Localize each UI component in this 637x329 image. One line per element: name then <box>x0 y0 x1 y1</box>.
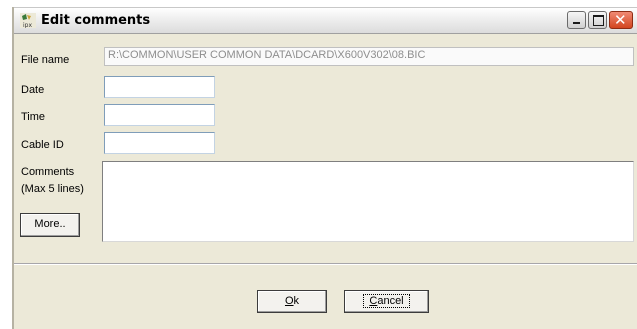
ipx-app-icon: ipx <box>20 13 36 28</box>
file-name-field: R:\COMMON\USER COMMON DATA\DCARD\X600V30… <box>104 47 634 66</box>
svg-text:ipx: ipx <box>23 22 32 28</box>
comments-max-lines-label: (Max 5 lines) <box>21 183 84 195</box>
cable-id-label: Cable ID <box>21 139 64 151</box>
maximize-button[interactable] <box>588 11 607 29</box>
window-title: Edit comments <box>41 13 151 28</box>
cancel-focus-rect: Cancel <box>363 294 410 308</box>
comments-label: Comments <box>21 166 75 178</box>
minimize-button[interactable] <box>567 11 586 29</box>
more-button[interactable]: More.. <box>20 213 80 237</box>
cancel-button[interactable]: Cancel <box>344 290 429 313</box>
title-bar[interactable]: ipx Edit comments ✕ <box>14 7 637 34</box>
ok-label-rest: k <box>293 295 300 307</box>
time-input[interactable] <box>104 104 215 126</box>
close-icon: ✕ <box>614 11 627 29</box>
date-input[interactable] <box>104 76 215 98</box>
close-button[interactable]: ✕ <box>609 11 633 29</box>
footer-divider <box>14 263 637 265</box>
date-label: Date <box>21 84 45 96</box>
cancel-label-rest: ancel <box>377 295 404 307</box>
time-label: Time <box>21 111 46 123</box>
ok-button[interactable]: Ok <box>257 290 327 313</box>
maximize-icon <box>593 15 604 26</box>
edit-comments-dialog: ipx Edit comments ✕ File name R:\COMMON\… <box>12 7 637 329</box>
comments-textarea[interactable] <box>102 161 634 242</box>
minimize-icon <box>573 22 580 24</box>
ok-accel-key: O <box>284 295 294 307</box>
cable-id-input[interactable] <box>104 132 215 154</box>
file-name-label: File name <box>21 54 70 66</box>
